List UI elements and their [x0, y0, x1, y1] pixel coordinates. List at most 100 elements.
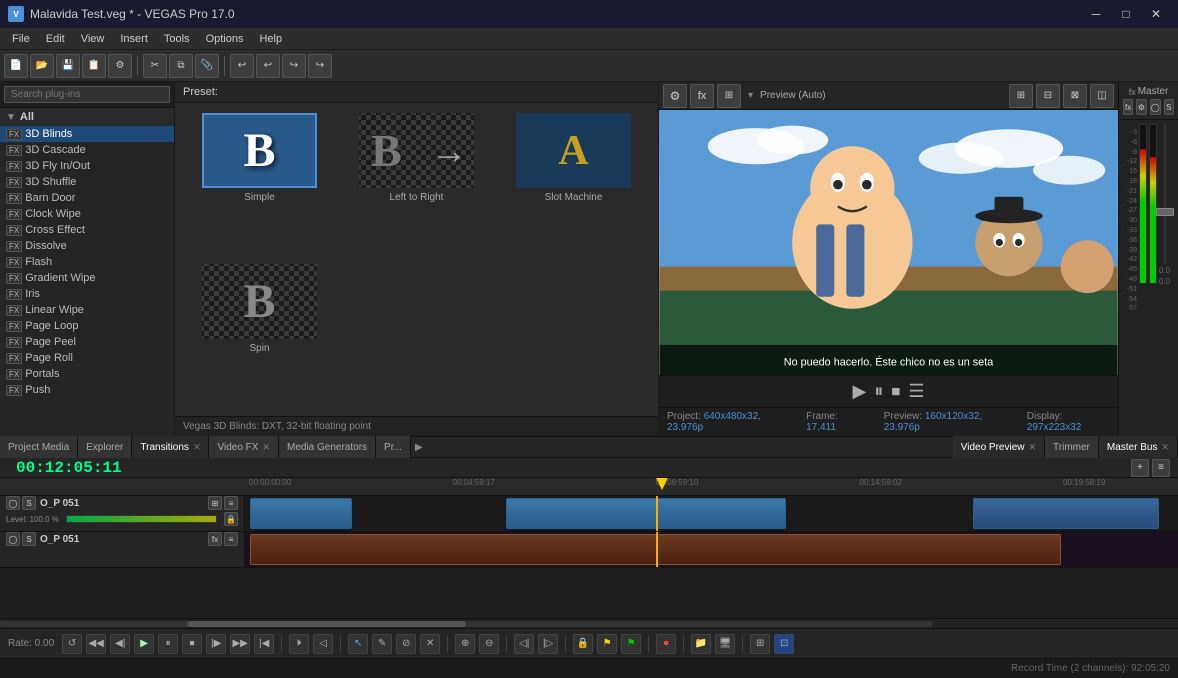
menu-button[interactable]: ☰ — [908, 381, 924, 402]
zoom-out-tool[interactable]: ⊖ — [479, 634, 499, 654]
redo2-button[interactable]: ↪ — [308, 54, 332, 78]
plugin-item-3dshuffle[interactable]: FX 3D Shuffle — [0, 174, 174, 190]
preview-split-button[interactable]: ⊞ — [717, 84, 741, 108]
preview-snap-button[interactable]: ◫ — [1090, 84, 1114, 108]
tab-master-bus[interactable]: Master Bus ✕ — [1099, 436, 1178, 458]
tab-close-transitions[interactable]: ✕ — [193, 442, 201, 453]
save-button[interactable]: 💾 — [56, 54, 80, 78]
paste-button[interactable]: 📎 — [195, 54, 219, 78]
rewind-button[interactable]: ◀◀ — [86, 634, 106, 654]
pen-tool[interactable]: ✎ — [372, 634, 392, 654]
mixer-mute-btn[interactable]: ◯ — [1150, 99, 1161, 115]
plugin-item-crosseffect[interactable]: FX Cross Effect — [0, 222, 174, 238]
flag-green[interactable]: ⚑ — [621, 634, 641, 654]
mixer-fx-btn[interactable]: fx — [1123, 99, 1133, 115]
plugin-item-3dcascade[interactable]: FX 3D Cascade — [0, 142, 174, 158]
jog-back-button[interactable]: ◁ — [313, 634, 333, 654]
preview-settings-button[interactable]: ⚙ — [663, 84, 687, 108]
tab-close-preview[interactable]: ✕ — [1028, 442, 1036, 453]
preset-thumb-simple[interactable]: B — [202, 113, 317, 188]
menu-help[interactable]: Help — [251, 31, 290, 47]
plugin-item-dissolve[interactable]: FX Dissolve — [0, 238, 174, 254]
plugin-item-flash[interactable]: FX Flash — [0, 254, 174, 270]
plugin-item-3dflyinout[interactable]: FX 3D Fly In/Out — [0, 158, 174, 174]
track-content-2[interactable] — [245, 532, 1178, 567]
preview-ext-button[interactable]: ⊠ — [1063, 84, 1087, 108]
plugin-item-portals[interactable]: FX Portals — [0, 366, 174, 382]
tab-more-button[interactable]: ▶ — [411, 436, 427, 458]
track-menu-btn-2[interactable]: ≡ — [224, 532, 238, 546]
record-button[interactable]: ⏺ — [656, 634, 676, 654]
preview-fx-button[interactable]: fx — [690, 84, 714, 108]
stop-button-transport[interactable]: ⏹ — [182, 634, 202, 654]
undo2-button[interactable]: ↩ — [256, 54, 280, 78]
extra-btn2[interactable]: ⊡ — [774, 634, 794, 654]
pause-button[interactable]: ⏸ — [874, 381, 883, 402]
plugin-item-pagepeel[interactable]: FX Page Peel — [0, 334, 174, 350]
properties-button[interactable]: ⚙ — [108, 54, 132, 78]
menu-edit[interactable]: Edit — [38, 31, 73, 47]
tab-project-media[interactable]: Project Media — [0, 436, 78, 458]
zoom-tool[interactable]: ⊕ — [455, 634, 475, 654]
menu-options[interactable]: Options — [198, 31, 252, 47]
level-lock[interactable]: 🔒 — [224, 512, 238, 526]
timeline-track-add[interactable]: ≡ — [1152, 459, 1170, 477]
level-bar-container[interactable] — [66, 515, 217, 523]
preset-thumb-spin[interactable]: B — [202, 264, 317, 339]
lock-button[interactable]: 🔒 — [573, 634, 593, 654]
track-solo-btn[interactable]: S — [22, 496, 36, 510]
search-input[interactable] — [4, 86, 170, 103]
clip-1[interactable] — [250, 498, 353, 530]
menu-file[interactable]: File — [4, 31, 38, 47]
preset-simple[interactable]: B Simple — [185, 113, 334, 256]
plugin-item-barndoor[interactable]: FX Barn Door — [0, 190, 174, 206]
plugin-item-pageroll[interactable]: FX Page Roll — [0, 350, 174, 366]
tab-explorer[interactable]: Explorer — [78, 436, 132, 458]
preset-slot[interactable]: A Slot Machine — [499, 113, 648, 256]
track-lock-btn[interactable]: ≡ — [224, 496, 238, 510]
fader-knob[interactable] — [1156, 208, 1174, 216]
preset-thumb-ltr[interactable]: B → — [359, 113, 474, 188]
plugin-item-iris[interactable]: FX Iris — [0, 286, 174, 302]
cut-button[interactable]: ✂ — [143, 54, 167, 78]
minimize-button[interactable]: ─ — [1082, 4, 1110, 24]
track-fx-btn-2[interactable]: fx — [208, 532, 222, 546]
plugin-item-linearwipe[interactable]: FX Linear Wipe — [0, 302, 174, 318]
prev-marker[interactable]: ◁| — [514, 634, 534, 654]
tab-videofx[interactable]: Video FX ✕ — [209, 436, 279, 458]
preset-spin[interactable]: B Spin — [185, 264, 334, 407]
scroll-thumb[interactable] — [187, 621, 467, 627]
loop-button[interactable]: ↺ — [62, 634, 82, 654]
undo-button[interactable]: ↩ — [230, 54, 254, 78]
tab-mediagen[interactable]: Media Generators — [279, 436, 376, 458]
menu-view[interactable]: View — [73, 31, 113, 47]
maximize-button[interactable]: □ — [1112, 4, 1140, 24]
mixer-gear-btn[interactable]: ⚙ — [1136, 99, 1146, 115]
tab-trimmer[interactable]: Trimmer — [1045, 436, 1099, 458]
close-button[interactable]: ✕ — [1142, 4, 1170, 24]
plugin-item-push[interactable]: FX Push — [0, 382, 174, 398]
pause-button-transport[interactable]: ⏸ — [158, 634, 178, 654]
step-back-button[interactable]: ◀| — [110, 634, 130, 654]
cursor-tool[interactable]: ↖ — [348, 634, 368, 654]
play-button[interactable]: ▶ — [853, 381, 867, 402]
clip-2[interactable] — [506, 498, 786, 530]
tab-pr[interactable]: Pr... — [376, 436, 411, 458]
menu-insert[interactable]: Insert — [112, 31, 156, 47]
plugin-item-gradientwipe[interactable]: FX Gradient Wipe — [0, 270, 174, 286]
tab-transitions[interactable]: Transitions ✕ — [132, 436, 209, 458]
preset-ltr[interactable]: B → Left to Right — [342, 113, 491, 256]
redo-button[interactable]: ↪ — [282, 54, 306, 78]
track-solo-btn-2[interactable]: S — [22, 532, 36, 546]
save-as-button[interactable]: 📋 — [82, 54, 106, 78]
track-content-1[interactable] — [245, 496, 1178, 531]
mixer-solo-btn[interactable]: S — [1164, 99, 1174, 115]
open-button[interactable]: 📂 — [30, 54, 54, 78]
plugin-item-clockwipe[interactable]: FX Clock Wipe — [0, 206, 174, 222]
track-mute-btn-2[interactable]: ◯ — [6, 532, 20, 546]
delete-button[interactable]: ✕ — [420, 634, 440, 654]
track-mute-btn[interactable]: ◯ — [6, 496, 20, 510]
tab-video-preview[interactable]: Video Preview ✕ — [953, 436, 1045, 458]
timeline-zoom-in[interactable]: + — [1131, 459, 1149, 477]
new-button[interactable]: 📄 — [4, 54, 28, 78]
